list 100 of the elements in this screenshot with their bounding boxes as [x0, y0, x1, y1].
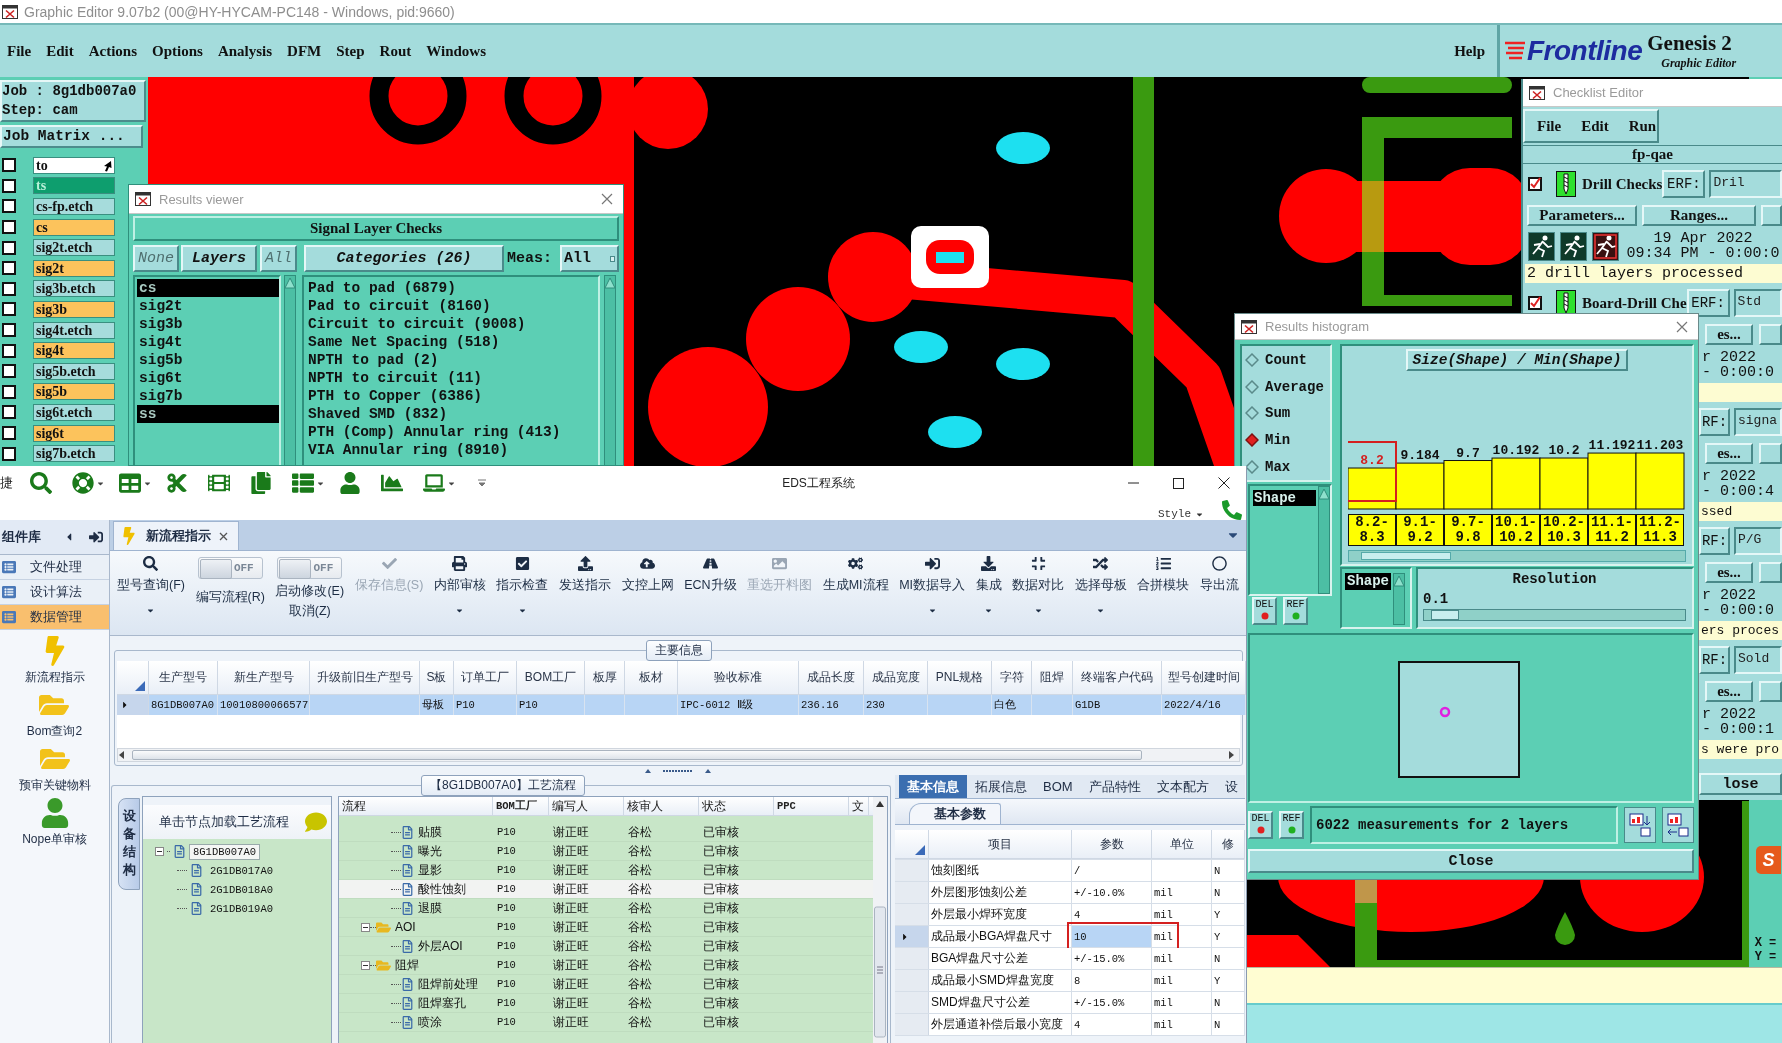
menu-item[interactable]: Edit: [46, 42, 74, 60]
category-list-item[interactable]: Circuit to circuit (9008): [306, 315, 598, 333]
ref-button[interactable]: REF: [1279, 811, 1304, 839]
film-icon[interactable]: [208, 472, 230, 494]
layer-checkbox[interactable]: [2, 240, 16, 255]
close-button[interactable]: Close: [1248, 849, 1694, 873]
category-list-item[interactable]: Same Net Spacing (518): [306, 333, 598, 351]
category-list-item[interactable]: NPTH to circuit (11): [306, 369, 598, 387]
ribbon-button[interactable]: 内部审核: [430, 551, 489, 635]
partial-button[interactable]: [1759, 562, 1782, 583]
table-row[interactable]: 外层AOI P10 谢正旺 谷松 已审核: [339, 937, 873, 956]
column-header[interactable]: 新生产型号: [218, 661, 310, 695]
lifebuoy-icon[interactable]: [72, 472, 94, 494]
layers-button[interactable]: Layers: [181, 245, 257, 272]
table-row[interactable]: 阻焊塞孔 P10 谢正旺 谷松 已审核: [339, 994, 873, 1013]
column-header[interactable]: 成品长度: [799, 661, 864, 695]
close-icon[interactable]: [601, 193, 613, 205]
table-row[interactable]: 外层通道补偿后最小宽度 4 mil N: [895, 1014, 1245, 1036]
sidebar-item[interactable]: Nope单审核: [22, 794, 87, 848]
layer-checkbox[interactable]: [2, 178, 16, 193]
layer-list-item[interactable]: sig5b: [137, 351, 279, 369]
del-button[interactable]: DEL: [1252, 597, 1277, 625]
categories-button[interactable]: Categories (26): [304, 245, 504, 272]
layer-name[interactable]: cs-fp.etch: [33, 198, 115, 215]
ranges-button[interactable]: es...: [1705, 443, 1753, 464]
category-list-item[interactable]: PTH to Copper (6386): [306, 387, 598, 405]
erf-field[interactable]: Dril: [1709, 170, 1782, 198]
running-figure-icon[interactable]: [1592, 231, 1619, 261]
laptop-icon[interactable]: [423, 472, 445, 494]
menu-item[interactable]: Analysis: [217, 42, 273, 60]
ribbon-button[interactable]: 型号查询(F): [114, 551, 188, 635]
sidebar-item[interactable]: Bom查询2: [26, 686, 83, 740]
ribbon-button[interactable]: 文控上网: [618, 551, 677, 635]
column-header[interactable]: PPC: [774, 797, 849, 815]
layer-checkbox[interactable]: [2, 364, 16, 379]
erf-button[interactable]: ERF:: [1686, 289, 1730, 317]
vertical-tab[interactable]: 设备结构: [118, 798, 140, 890]
tab[interactable]: 文本配方: [1148, 775, 1217, 798]
table-row[interactable]: 蚀刻图纸 / N: [895, 860, 1245, 882]
ribbon-button[interactable]: ECN升级: [681, 551, 740, 635]
resolution-slider[interactable]: [1423, 609, 1686, 621]
scroll-left-icon[interactable]: [118, 751, 126, 759]
table-row[interactable]: 阻焊 P10 谢正旺 谷松 已审核: [339, 956, 873, 975]
table-row[interactable]: 曝光 P10 谢正旺 谷松 已审核: [339, 842, 873, 861]
table-row[interactable]: AOI P10 谢正旺 谷松 已审核: [339, 918, 873, 937]
category-list-item[interactable]: VIA Annular ring (8910): [306, 441, 598, 459]
radio-option[interactable]: Max: [1245, 453, 1330, 480]
menu-item[interactable]: DFM: [287, 42, 322, 60]
tab[interactable]: 基本信息: [899, 775, 967, 798]
table-row[interactable]: SMD焊盘尺寸公差 +/-15.0% mil N: [895, 992, 1245, 1014]
layer-name[interactable]: sig3b: [33, 300, 115, 318]
layer-name[interactable]: sig4t.etch: [33, 321, 115, 339]
ranges-button[interactable]: Ranges...: [1642, 205, 1756, 226]
sidebar-item[interactable]: 预审关键物料: [18, 740, 91, 794]
column-header[interactable]: S板: [420, 661, 454, 695]
column-header[interactable]: 生产型号: [149, 661, 218, 695]
splitter-grip-icon[interactable]: [643, 767, 713, 774]
scrollbar[interactable]: [604, 275, 616, 465]
menu-item[interactable]: File: [1537, 117, 1562, 135]
layer-name[interactable]: sig2t.etch: [33, 239, 115, 257]
menu-item[interactable]: Actions: [88, 42, 137, 60]
category-list-item[interactable]: PTH (Comp) Annular ring (413): [306, 423, 598, 441]
field-list-item[interactable]: Shape: [1253, 490, 1316, 506]
menu-item[interactable]: Edit: [1581, 117, 1609, 135]
layer-checkbox[interactable]: [2, 384, 16, 399]
radio-option[interactable]: Min: [1245, 426, 1330, 454]
column-header[interactable]: 流程: [339, 797, 493, 815]
layer-list-item[interactable]: sig2t: [137, 297, 279, 315]
vertical-scrollbar[interactable]: [873, 797, 887, 1043]
scrollbar[interactable]: [1318, 486, 1330, 594]
phone-icon[interactable]: [1222, 500, 1242, 520]
sub-tab[interactable]: 基本参数: [909, 803, 1001, 824]
menu-item[interactable]: Help: [1454, 42, 1485, 60]
sidebar-group[interactable]: 设计算法: [0, 580, 109, 605]
copy-icon[interactable]: [250, 472, 272, 494]
table-icon[interactable]: [119, 472, 141, 494]
scroll-right-icon[interactable]: [1227, 751, 1235, 759]
column-header[interactable]: 核审人: [624, 797, 699, 815]
column-header[interactable]: 验收标准: [678, 661, 799, 695]
ribbon-button[interactable]: 导出流: [1196, 551, 1242, 635]
partial-button[interactable]: [1759, 443, 1782, 464]
slider-thumb[interactable]: [1431, 610, 1459, 620]
layer-checkbox[interactable]: [2, 261, 16, 276]
layer-list-item[interactable]: ss: [137, 405, 279, 423]
job-matrix-button[interactable]: Job Matrix ...: [0, 125, 143, 148]
column-header[interactable]: 阻焊: [1032, 661, 1073, 695]
table-row[interactable]: 外层最小焊环宽度 4 mil Y: [895, 904, 1245, 926]
layer-name[interactable]: sig7b.etch: [33, 445, 115, 463]
table-row[interactable]: 退膜 P10 谢正旺 谷松 已审核: [339, 899, 873, 918]
tab[interactable]: 拓展信息: [967, 775, 1035, 798]
sidebar-group[interactable]: 文件处理: [0, 555, 109, 580]
table-row[interactable]: 贴膜 P10 谢正旺 谷松 已审核: [339, 823, 873, 842]
layer-name[interactable]: sig4t: [33, 342, 115, 360]
category-list-item[interactable]: Pad to circuit (8160): [306, 297, 598, 315]
tree-node[interactable]: 8G1DB007A0: [189, 843, 260, 860]
radio-option[interactable]: Count: [1245, 347, 1330, 374]
partial-button[interactable]: [1761, 205, 1782, 226]
ribbon-button[interactable]: MI数据导入: [896, 551, 969, 635]
layer-name[interactable]: sig2t: [33, 259, 115, 277]
erf-button[interactable]: RF:: [1699, 646, 1730, 674]
